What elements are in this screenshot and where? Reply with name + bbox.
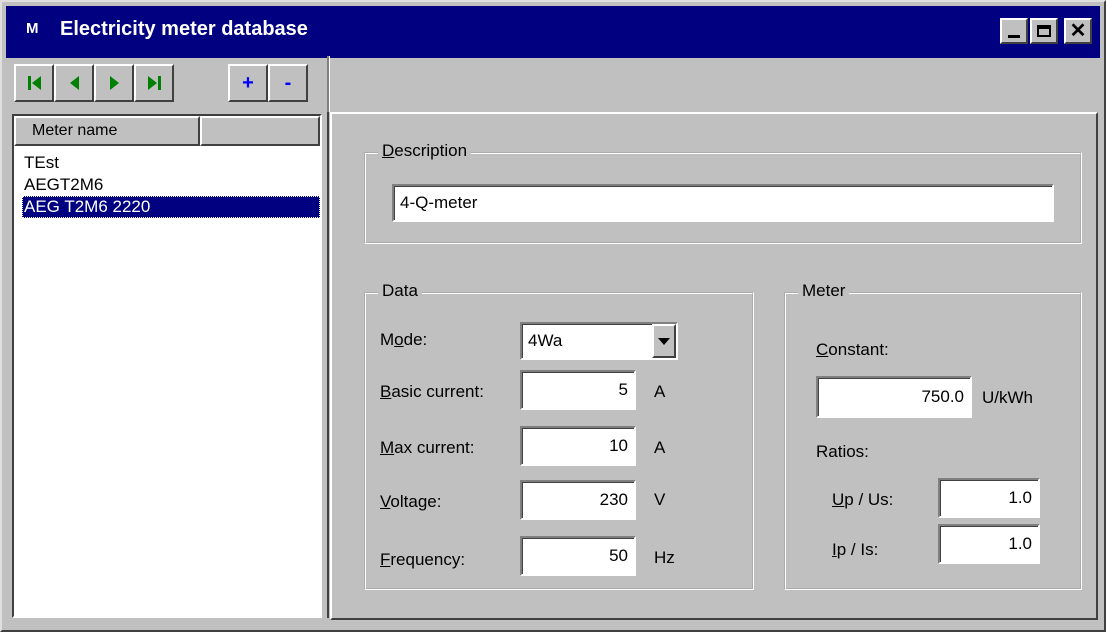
minimize-button[interactable] — [1000, 18, 1028, 44]
maximize-icon — [1037, 25, 1051, 37]
app-icon[interactable]: M — [26, 20, 39, 37]
next-record-icon — [109, 76, 119, 90]
meter-group-title: Meter — [798, 281, 850, 301]
data-group-title: Data — [378, 281, 422, 301]
voltage-unit: V — [654, 490, 666, 509]
ratios-label: Ratios: — [816, 442, 869, 461]
description-field[interactable]: 4-Q-meter — [392, 184, 1054, 222]
frequency-unit: Hz — [654, 548, 675, 567]
data-group: Data Mode: 4Wa Basic current: 5 A Max cu… — [364, 281, 754, 590]
up-us-label: Up / Us: — [832, 490, 894, 509]
next-record-button[interactable] — [94, 64, 134, 102]
meter-group: Meter Constant: 750.0 U/kWh Ratios: Up /… — [784, 281, 1082, 590]
list-item-selected[interactable]: AEG T2M6 2220 — [22, 196, 320, 218]
column-header-meter-name[interactable]: Meter name — [14, 116, 200, 146]
up-us-field[interactable]: 1.0 — [938, 478, 1040, 518]
remove-record-button[interactable]: - — [268, 64, 308, 102]
previous-record-button[interactable] — [54, 64, 94, 102]
frequency-label: Frequency: — [380, 550, 466, 569]
basic-current-unit: A — [654, 382, 666, 401]
voltage-field[interactable]: 230 — [520, 480, 636, 520]
mode-dropdown-button[interactable] — [652, 324, 676, 358]
max-current-unit: A — [654, 438, 666, 457]
constant-field[interactable]: 750.0 — [816, 376, 972, 418]
constant-unit: U/kWh — [982, 388, 1033, 407]
basic-current-label: Basic current: — [380, 382, 484, 401]
first-record-button[interactable] — [14, 64, 54, 102]
previous-record-icon — [69, 76, 79, 90]
minimize-icon — [1008, 34, 1020, 38]
title-bar[interactable]: M Electricity meter database ✕ — [6, 6, 1100, 58]
frequency-field[interactable]: 50 — [520, 536, 636, 576]
chevron-down-icon — [658, 337, 670, 345]
meter-list[interactable]: Meter name TEst AEGT2M6 AEG T2M6 2220 — [12, 114, 322, 618]
navigation-toolbar: + - — [4, 56, 1098, 112]
ip-is-field[interactable]: 1.0 — [938, 524, 1040, 564]
column-header-empty[interactable] — [200, 116, 320, 146]
constant-label: Constant: — [816, 340, 889, 359]
close-icon: ✕ — [1069, 20, 1087, 42]
splitter[interactable] — [327, 112, 329, 618]
add-icon: + — [242, 72, 254, 94]
mode-label: Mode: — [380, 330, 428, 349]
window-title: Electricity meter database — [60, 18, 308, 40]
remove-icon: - — [284, 72, 292, 94]
close-button[interactable]: ✕ — [1064, 18, 1092, 44]
mode-select[interactable]: 4Wa — [520, 322, 678, 360]
description-group: Description 4-Q-meter — [364, 141, 1082, 244]
add-record-button[interactable]: + — [228, 64, 268, 102]
list-item[interactable]: TEst — [22, 152, 320, 174]
last-record-button[interactable] — [134, 64, 174, 102]
max-current-field[interactable]: 10 — [520, 426, 636, 466]
description-group-title: Description — [378, 141, 472, 161]
ip-is-label: Ip / Is: — [832, 540, 879, 559]
first-record-icon — [27, 76, 41, 90]
last-record-icon — [147, 76, 161, 90]
detail-panel: Description 4-Q-meter Data Mode: 4Wa Bas… — [330, 112, 1098, 620]
basic-current-field[interactable]: 5 — [520, 370, 636, 410]
max-current-label: Max current: — [380, 438, 475, 457]
maximize-button[interactable] — [1030, 18, 1058, 44]
toolbar-separator — [327, 56, 330, 112]
voltage-label: Voltage: — [380, 492, 442, 511]
list-item[interactable]: AEGT2M6 — [22, 174, 320, 196]
mode-value: 4Wa — [528, 331, 563, 350]
